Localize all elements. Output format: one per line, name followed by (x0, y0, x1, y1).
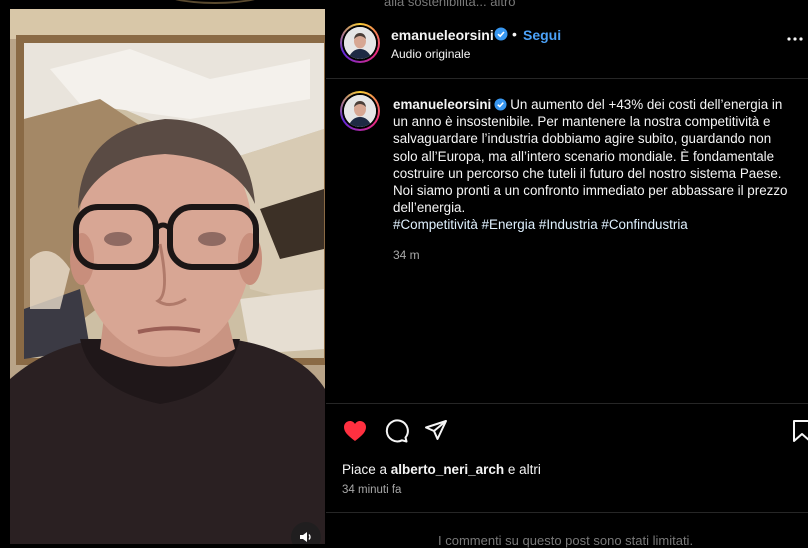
profile-photo (344, 27, 376, 59)
comments-area: I commenti su questo post sono stati lim… (326, 512, 808, 548)
follow-button[interactable]: Segui (523, 27, 561, 43)
caption-text: Un aumento del +43% dei costi dell’energ… (393, 97, 788, 216)
likes-prefix: Piace a (342, 462, 388, 477)
mute-toggle-button[interactable] (291, 522, 321, 544)
likes-suffix: e altri (507, 462, 541, 477)
background-caption-text: alla sostenibilità... altro (384, 0, 516, 9)
comment-icon[interactable] (383, 418, 409, 444)
likes-user[interactable]: alberto_neri_arch (391, 462, 504, 477)
caption-username[interactable]: emanueleorsini (393, 97, 491, 112)
post-header: emanueleorsini • Segui Audio originale (326, 9, 808, 79)
likes-summary[interactable]: Piace a alberto_neri_arch e altri (342, 462, 541, 477)
heart-icon[interactable] (342, 418, 368, 444)
author-username[interactable]: emanueleorsini (391, 27, 494, 43)
author-avatar[interactable] (340, 23, 380, 63)
profile-photo (344, 95, 376, 127)
caption-author-avatar[interactable] (340, 91, 380, 131)
post-caption: emanueleorsini Un aumento del +43% dei co… (393, 96, 797, 234)
video-frame (10, 9, 325, 544)
background-avatar-ring (160, 0, 270, 4)
verified-badge-icon (494, 98, 507, 111)
comments-limited-notice: I commenti su questo post sono stati lim… (438, 533, 694, 548)
separator-dot: • (512, 26, 517, 42)
share-icon[interactable] (423, 418, 449, 444)
posted-time: 34 minuti fa (342, 484, 402, 496)
original-audio-link[interactable]: Audio originale (391, 47, 470, 61)
caption-timestamp: 34 m (393, 248, 420, 262)
post-actions: Piace a alberto_neri_arch e altri 34 min… (326, 403, 808, 514)
caption-hashtags[interactable]: #Competitività #Energia #Industria #Conf… (393, 217, 688, 232)
post-detail-panel: emanueleorsini • Segui Audio originale e… (326, 9, 808, 548)
reel-video[interactable] (10, 9, 325, 544)
verified-badge-icon (494, 27, 508, 41)
bookmark-icon[interactable] (789, 418, 808, 444)
more-options-icon[interactable] (786, 31, 804, 47)
volume-icon (300, 532, 311, 542)
